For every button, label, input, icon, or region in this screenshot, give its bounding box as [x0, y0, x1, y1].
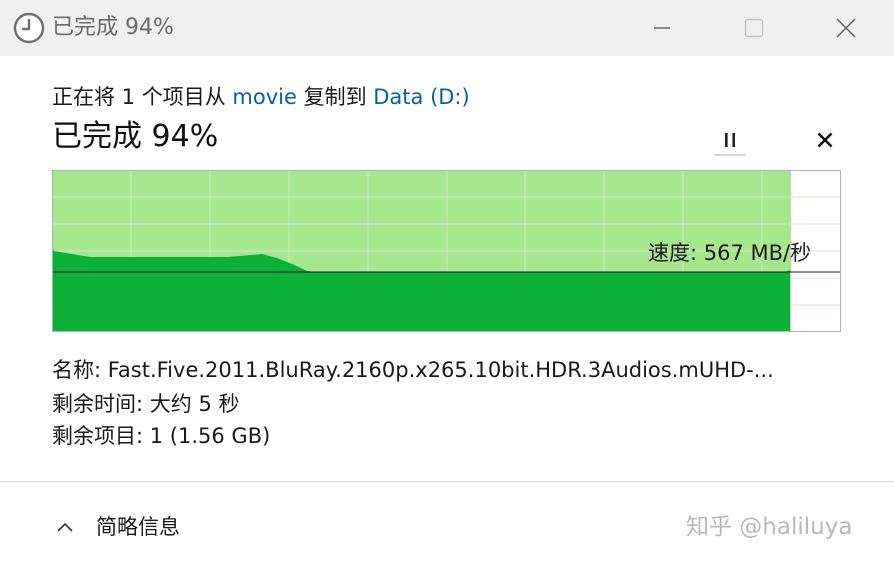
time-remaining-value: 大约 5 秒	[149, 392, 240, 416]
window-title: 已完成 94%	[52, 15, 174, 40]
items-remaining-label: 剩余项目:	[52, 424, 144, 448]
time-remaining-row: 剩余时间: 大约 5 秒	[52, 389, 239, 419]
title-bar: 已完成 94%	[0, 0, 894, 56]
close-icon	[817, 132, 833, 148]
copy-description: 正在将 1 个项目从 movie 复制到 Data (D:)	[52, 82, 470, 112]
pause-focus-underline	[714, 154, 746, 156]
chevron-up-icon	[57, 522, 73, 532]
file-name-row: 名称: Fast.Five.2011.BluRay.2160p.x265.10b…	[52, 355, 837, 385]
close-icon	[836, 18, 856, 38]
maximize-icon	[744, 18, 764, 38]
destination-drive-link[interactable]: Data (D:)	[373, 85, 469, 109]
maximize-button[interactable]	[714, 0, 794, 56]
progress-title: 已完成 94%	[52, 119, 219, 154]
time-remaining-label: 剩余时间:	[52, 392, 144, 416]
file-name-value: Fast.Five.2011.BluRay.2160p.x265.10bit.H…	[107, 358, 774, 382]
clock-icon	[12, 11, 46, 45]
footer-divider	[0, 481, 894, 482]
items-remaining-value: 1 (1.56 GB)	[149, 424, 271, 448]
pause-button[interactable]	[712, 124, 748, 156]
file-name-label: 名称:	[52, 358, 102, 382]
source-folder-link[interactable]: movie	[232, 85, 297, 109]
speed-label: 速度: 567 MB/秒	[648, 241, 812, 265]
fewer-details-button[interactable]: 简略信息	[56, 508, 180, 546]
copy-middle-text: 复制到	[296, 85, 374, 109]
minimize-button[interactable]	[622, 0, 702, 56]
fewer-details-label: 简略信息	[96, 515, 180, 539]
items-remaining-row: 剩余项目: 1 (1.56 GB)	[52, 421, 270, 451]
close-window-button[interactable]	[806, 0, 886, 56]
cancel-copy-button[interactable]	[806, 124, 844, 156]
watermark-text: 知乎 @haliluya	[686, 514, 853, 540]
copy-prefix-text: 正在将 1 个项目从	[52, 85, 233, 109]
pause-icon	[725, 133, 735, 147]
minimize-icon	[654, 27, 670, 29]
